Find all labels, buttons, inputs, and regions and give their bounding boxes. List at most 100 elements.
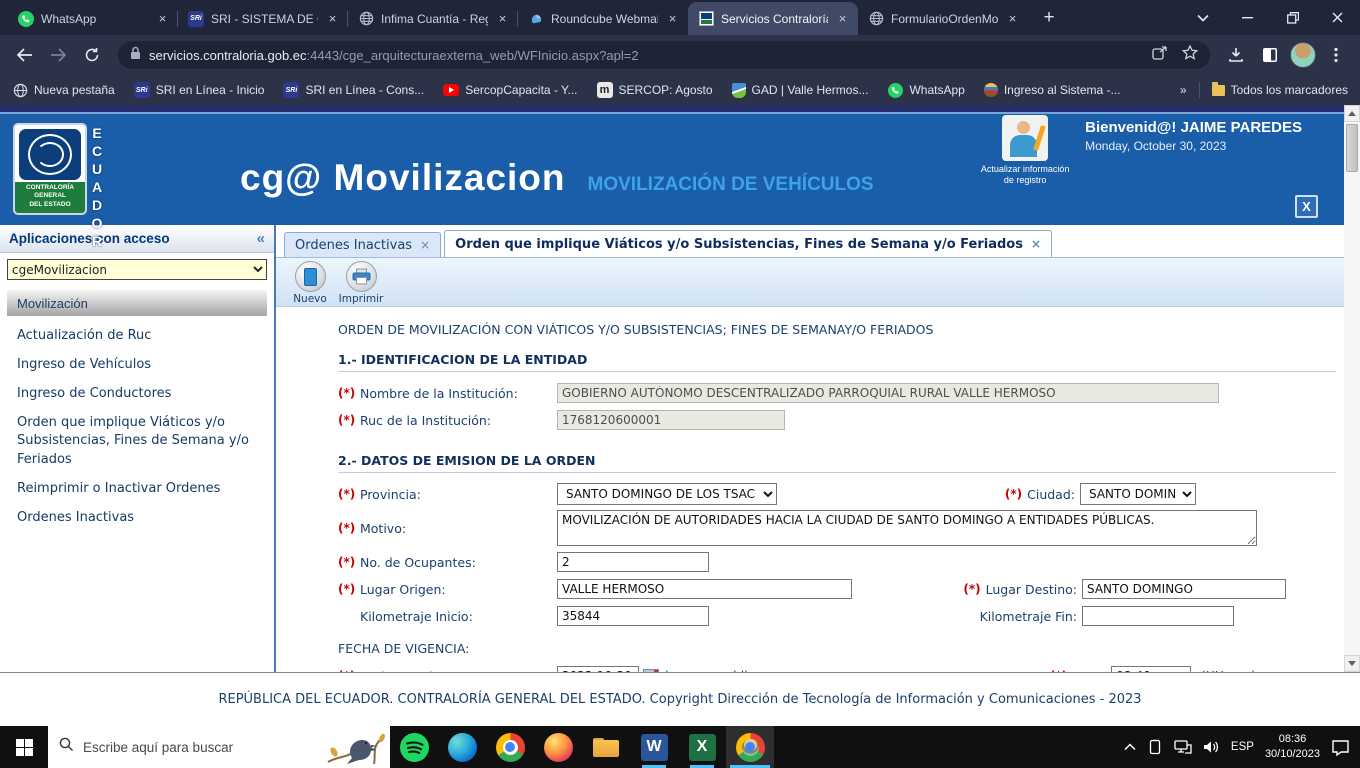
ocupantes-field[interactable] [557, 552, 709, 572]
motivo-label: Motivo: [360, 520, 407, 536]
new-tab-button[interactable]: + [1034, 3, 1064, 33]
browser-tab-servicios-contraloria[interactable]: Servicios Contraloría × [688, 2, 858, 35]
tray-volume-icon[interactable] [1203, 740, 1220, 754]
all-bookmarks-button[interactable]: Todos los marcadores [1211, 81, 1348, 97]
reload-icon[interactable] [78, 41, 106, 69]
taskbar-word-icon[interactable]: W [630, 726, 678, 768]
bookmark-sercopcapacita[interactable]: SercopCapacita - Y... [443, 83, 578, 97]
km-inicio-field[interactable] [557, 606, 709, 626]
lugar-origen-field[interactable] [557, 579, 852, 599]
download-icon[interactable] [1222, 41, 1250, 69]
motivo-field[interactable] [557, 510, 1257, 546]
taskbar-spotify-icon[interactable] [390, 726, 438, 768]
nombre-institucion-field[interactable] [557, 383, 1219, 403]
share-icon[interactable] [1152, 45, 1168, 65]
sidebar-collapse-icon[interactable]: « [257, 230, 265, 247]
app-title: cg@ Movilizacion [240, 157, 566, 198]
taskbar-file-explorer-icon[interactable] [582, 726, 630, 768]
kebab-menu-icon[interactable] [1322, 41, 1350, 69]
start-button[interactable] [0, 726, 48, 768]
tray-chevron-up-icon[interactable] [1124, 743, 1136, 751]
bookmark-star-icon[interactable] [1181, 44, 1199, 65]
browser-tab-formulario[interactable]: FormularioOrdenMov × [858, 2, 1028, 35]
content-tabbar: Ordenes Inactivas × Orden que implique V… [276, 225, 1360, 258]
lugar-destino-field[interactable] [1082, 579, 1286, 599]
tab-search-chevron-icon[interactable] [1180, 0, 1225, 35]
page-scrollbar[interactable] [1344, 105, 1360, 672]
update-registration-button[interactable]: Actualizar información de registro [979, 113, 1071, 186]
tab-orden-viaticos[interactable]: Orden que implique Viáticos y/o Subsiste… [444, 230, 1053, 257]
bookmark-gad-valle-hermoso[interactable]: GAD | Valle Hermos... [731, 82, 868, 98]
youtube-icon [443, 84, 460, 96]
scrollbar-thumb[interactable] [1346, 124, 1358, 172]
back-icon[interactable] [10, 41, 38, 69]
header-close-button[interactable]: X [1295, 195, 1318, 218]
sidebar-item-reimprimir-inactivar[interactable]: Reimprimir o Inactivar Ordenes [0, 475, 274, 504]
taskbar-excel-icon[interactable]: X [678, 726, 726, 768]
bookmark-sri-inicio[interactable]: SRi SRI en Línea - Inicio [133, 82, 264, 98]
scrollbar-track[interactable] [1344, 122, 1360, 655]
side-panel-icon[interactable] [1256, 41, 1284, 69]
tab-close-icon[interactable]: × [155, 11, 170, 26]
tab-close-icon[interactable]: × [665, 11, 680, 26]
tray-clock[interactable]: 08:36 30/10/2023 [1265, 732, 1320, 762]
browser-tab-whatsapp[interactable]: WhatsApp × [8, 2, 178, 35]
tab-close-icon[interactable]: × [835, 11, 850, 26]
scroll-down-icon[interactable] [1344, 655, 1360, 672]
bookmark-sri-consultas[interactable]: SRi SRI en Línea - Cons... [283, 82, 424, 98]
taskbar-chrome-active-icon[interactable] [726, 726, 774, 768]
calendar-icon[interactable] [643, 668, 659, 672]
hora-desde-field[interactable] [1111, 666, 1192, 672]
close-window-icon[interactable] [1315, 0, 1360, 35]
tray-language-indicator[interactable]: ESP [1231, 741, 1254, 753]
km-fin-field[interactable] [1082, 606, 1234, 626]
browser-tab-roundcube[interactable]: Roundcube Webmail × [517, 2, 688, 35]
tab-close-icon[interactable]: × [1005, 11, 1020, 26]
imprimir-button[interactable]: Imprimir [339, 261, 383, 305]
tab-close-icon[interactable]: × [420, 238, 430, 252]
nuevo-button[interactable]: Nuevo [288, 261, 332, 305]
required-marker: (*) [1004, 487, 1023, 501]
sidebar-item-ingreso-vehiculos[interactable]: Ingreso de Vehículos [0, 351, 274, 380]
forward-icon[interactable] [44, 41, 72, 69]
browser-profile-avatar[interactable] [1290, 42, 1316, 68]
notification-center-icon[interactable] [1331, 739, 1350, 756]
bookmarks-overflow-button[interactable]: » [1180, 83, 1187, 97]
tab-close-icon[interactable]: × [495, 11, 510, 26]
bookmark-whatsapp[interactable]: WhatsApp [887, 82, 965, 98]
taskbar-firefox-icon[interactable] [534, 726, 582, 768]
sidebar-item-ingreso-conductores[interactable]: Ingreso de Conductores [0, 380, 274, 409]
scroll-up-icon[interactable] [1344, 105, 1360, 122]
application-select[interactable]: cgeMovilizacion [7, 259, 267, 280]
tab-close-icon[interactable]: × [1031, 237, 1041, 251]
browser-tab-infima[interactable]: Infima Cuantía - Regi × [347, 2, 518, 35]
taskbar-chrome-icon[interactable] [486, 726, 534, 768]
tab-close-icon[interactable]: × [325, 11, 340, 26]
sidebar-item-orden-viaticos[interactable]: Orden que implique Viáticos y/o Subsiste… [0, 409, 274, 476]
sidebar-item-ordenes-inactivas[interactable]: Ordenes Inactivas [0, 504, 274, 533]
restore-icon[interactable] [1270, 0, 1315, 35]
address-bar[interactable]: servicios.contraloria.gob.ec:4443/cge_ar… [118, 41, 1210, 69]
bookmark-nueva-pestana[interactable]: Nueva pestaña [12, 82, 115, 98]
tray-device-icon[interactable] [1146, 739, 1163, 755]
taskbar-search[interactable]: Escribe aquí para buscar [48, 726, 390, 768]
fecha-desde-label: Fecha Desde: [360, 669, 557, 673]
required-marker: (*) [338, 386, 356, 400]
ciudad-select[interactable]: SANTO DOMINGO [1080, 483, 1196, 505]
ruc-institucion-field[interactable] [557, 410, 785, 430]
required-marker: (*) [1050, 669, 1067, 672]
bookmark-sercop-agosto[interactable]: m SERCOP: Agosto [596, 82, 713, 98]
header-date: Monday, October 30, 2023 [1085, 139, 1227, 153]
bookmark-ingreso-sistema[interactable]: Ingreso al Sistema -... [983, 83, 1121, 97]
minimize-icon[interactable] [1225, 0, 1270, 35]
cge-monogram-icon [19, 129, 81, 180]
tray-network-icon[interactable] [1174, 740, 1192, 754]
fecha-desde-field[interactable] [557, 666, 639, 672]
globe-icon [12, 82, 28, 98]
sidebar-item-actualizacion-ruc[interactable]: Actualización de Ruc [0, 322, 274, 351]
browser-tab-sri[interactable]: SRi SRI - SISTEMA DE CO × [177, 2, 348, 35]
tab-ordenes-inactivas[interactable]: Ordenes Inactivas × [284, 232, 442, 257]
taskbar-edge-icon[interactable] [438, 726, 486, 768]
sri-icon: SRi [283, 82, 300, 98]
provincia-select[interactable]: SANTO DOMINGO DE LOS TSACHILAS [557, 483, 777, 505]
